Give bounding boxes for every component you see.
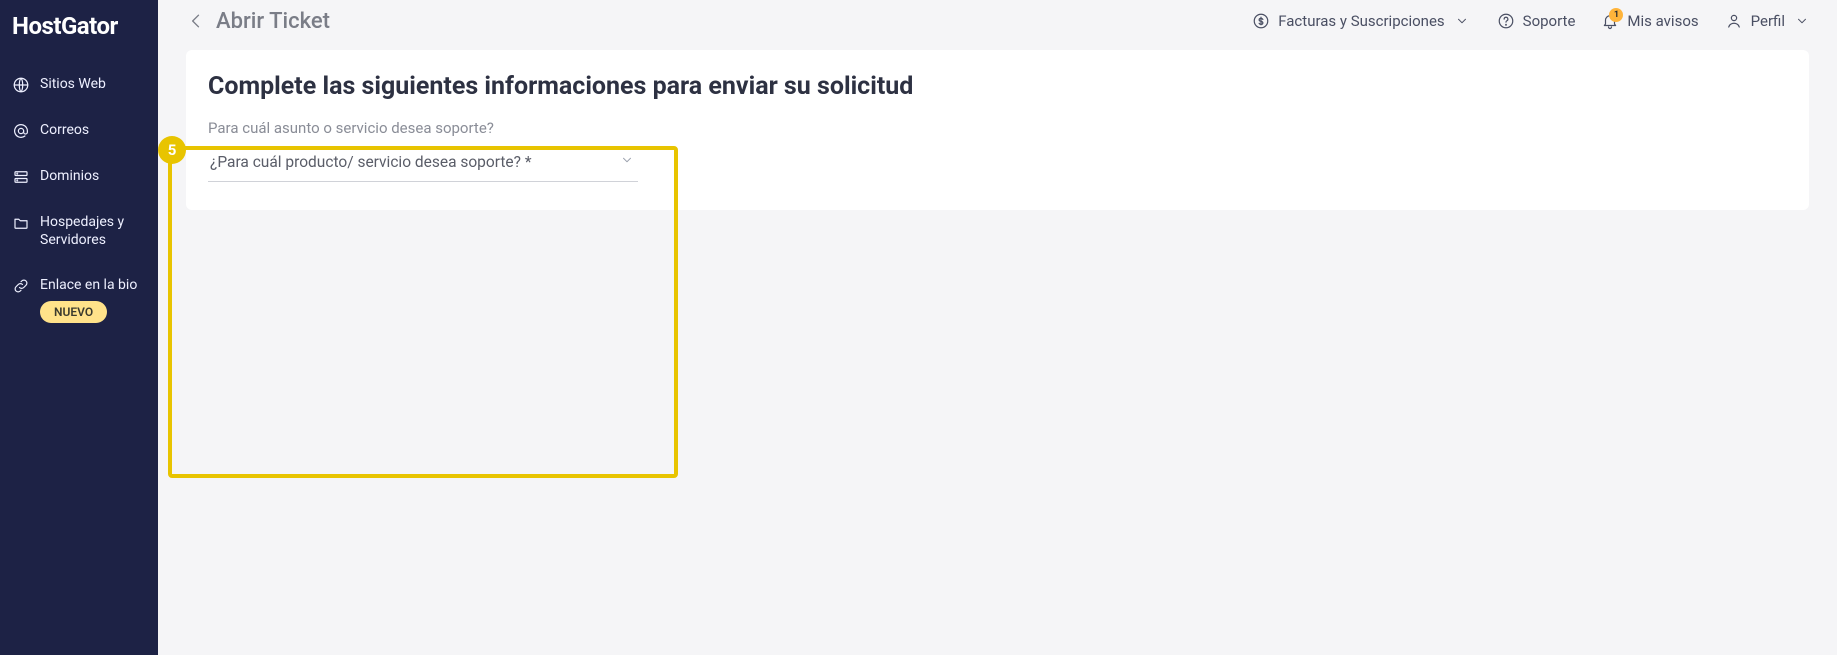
sidebar-item-dominios[interactable]: Dominios	[0, 154, 158, 200]
chevron-down-icon	[1793, 12, 1811, 30]
topbar: Abrir Ticket Facturas y Suscripciones So…	[158, 0, 1837, 42]
sidebar-item-sitios-web[interactable]: Sitios Web	[0, 62, 158, 108]
select-placeholder: ¿Para cuál producto/ servicio desea sopo…	[210, 153, 532, 171]
page-title: Abrir Ticket	[216, 9, 330, 34]
main-area: Abrir Ticket Facturas y Suscripciones So…	[158, 0, 1837, 655]
help-circle-icon	[1497, 12, 1515, 30]
sidebar-nav: Sitios Web Correos Dominios Hospedajes y…	[0, 62, 158, 337]
bell-icon: 1	[1601, 12, 1619, 30]
tutorial-step-badge: 5	[158, 136, 186, 164]
chevron-down-icon	[620, 153, 636, 169]
product-service-select[interactable]: ¿Para cuál producto/ servicio desea sopo…	[208, 147, 638, 182]
sidebar-item-enlace-bio[interactable]: Enlace en la bio NUEVO	[0, 263, 158, 337]
sidebar-item-label: Hospedajes y Servidores	[40, 214, 146, 249]
sidebar-item-label: Enlace en la bio	[40, 277, 137, 295]
sidebar-item-correos[interactable]: Correos	[0, 108, 158, 154]
topbar-actions: Facturas y Suscripciones Soporte 1 Mis a…	[1252, 12, 1811, 30]
globe-icon	[12, 76, 30, 94]
sidebar: HostGator Sitios Web Correos Dominios Ho…	[0, 0, 158, 655]
content-wrap: Complete las siguientes informaciones pa…	[158, 42, 1837, 238]
dollar-circle-icon	[1252, 12, 1270, 30]
brand-logo[interactable]: HostGator	[0, 4, 158, 62]
topbar-action-label: Mis avisos	[1627, 12, 1698, 30]
at-icon	[12, 122, 30, 140]
tutorial-highlight-box: 5	[168, 146, 678, 478]
notification-count-badge: 1	[1609, 8, 1623, 22]
link-icon	[12, 277, 30, 295]
new-badge: NUEVO	[40, 301, 107, 323]
topbar-support[interactable]: Soporte	[1497, 12, 1576, 30]
sidebar-item-hospedajes[interactable]: Hospedajes y Servidores	[0, 200, 158, 263]
chevron-down-icon	[1453, 12, 1471, 30]
topbar-action-label: Facturas y Suscripciones	[1278, 12, 1444, 30]
ticket-form-card: Complete las siguientes informaciones pa…	[186, 50, 1809, 210]
form-block: Para cuál asunto o servicio desea soport…	[208, 119, 638, 182]
card-heading: Complete las siguientes informaciones pa…	[208, 72, 1787, 101]
sidebar-item-label: Correos	[40, 122, 89, 140]
topbar-action-label: Perfil	[1751, 12, 1785, 30]
sidebar-item-label: Sitios Web	[40, 76, 106, 94]
topbar-notices[interactable]: 1 Mis avisos	[1601, 12, 1698, 30]
back-arrow-icon[interactable]	[186, 11, 206, 31]
topbar-action-label: Soporte	[1523, 12, 1576, 30]
user-icon	[1725, 12, 1743, 30]
field-label: Para cuál asunto o servicio desea soport…	[208, 119, 638, 137]
topbar-invoices[interactable]: Facturas y Suscripciones	[1252, 12, 1470, 30]
folder-icon	[12, 214, 30, 232]
sidebar-item-label: Dominios	[40, 168, 99, 186]
server-icon	[12, 168, 30, 186]
topbar-profile[interactable]: Perfil	[1725, 12, 1811, 30]
